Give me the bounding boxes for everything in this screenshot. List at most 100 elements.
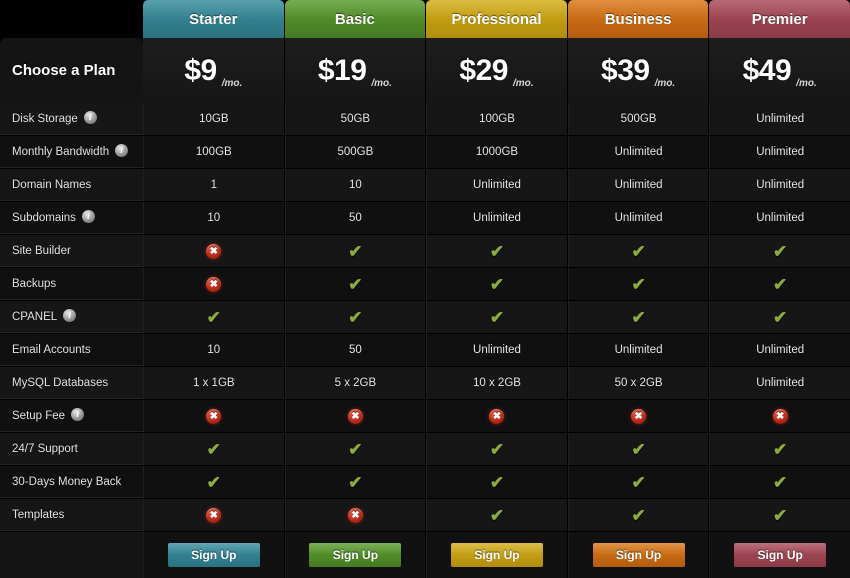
feature-value-cell: ✔	[709, 499, 850, 531]
feature-value-cell: ✔	[567, 235, 710, 267]
cross-icon: ✖	[206, 276, 222, 292]
signup-button-basic[interactable]: Sign Up	[309, 543, 402, 567]
feature-value: 1	[210, 179, 217, 191]
feature-value-cell: Unlimited	[709, 103, 850, 135]
cross-icon: ✖	[206, 243, 222, 259]
feature-label-cell: Domain Names	[0, 169, 143, 201]
check-icon: ✔	[631, 274, 646, 294]
cross-icon: ✖	[772, 408, 788, 424]
feature-value-cell: 1	[143, 169, 285, 201]
feature-value-cell: 50GB	[284, 103, 427, 135]
feature-value-cell: 10	[143, 202, 285, 234]
plan-header-professional[interactable]: Professional	[426, 0, 567, 38]
feature-label: CPANEL	[12, 310, 58, 323]
feature-label: Disk Storage	[12, 112, 78, 125]
signup-button-business[interactable]: Sign Up	[592, 543, 685, 567]
check-icon: ✔	[489, 439, 505, 459]
feature-value: Unlimited	[756, 377, 805, 389]
price-amount: $49	[742, 53, 792, 87]
info-icon[interactable]: i	[115, 144, 129, 157]
feature-value-cells: ✔ ✔ ✔ ✔ ✔	[143, 433, 850, 465]
feature-value-cell: Unlimited	[709, 334, 850, 366]
price-cell-business: $39/mo.	[567, 38, 710, 103]
feature-value: 100GB	[479, 113, 515, 125]
info-icon[interactable]: i	[81, 210, 95, 223]
plan-header-label: Starter	[189, 10, 238, 28]
signup-button-professional[interactable]: Sign Up	[450, 543, 543, 567]
table-row: Templates ✖ ✖ ✔ ✔ ✔	[0, 499, 850, 532]
plan-header-starter[interactable]: Starter	[143, 0, 284, 38]
cross-icon: ✖	[347, 408, 363, 424]
signup-cell-premier: Sign Up	[709, 532, 850, 578]
feature-value-cells: ✔ ✔ ✔ ✔ ✔	[143, 466, 850, 498]
feature-label: 24/7 Support	[12, 442, 78, 455]
price-period: /mo.	[512, 78, 534, 89]
price-amount: $29	[459, 53, 508, 87]
feature-value-cell: ✔	[284, 433, 427, 465]
signup-button-premier[interactable]: Sign Up	[734, 543, 827, 567]
feature-label-cell: 24/7 Support	[0, 433, 143, 465]
signup-button-label: Sign Up	[474, 548, 520, 562]
feature-value-cells: ✖ ✖ ✖ ✖ ✖	[143, 400, 850, 432]
table-row: Disk Storage i 10GB 50GB 100GB 500GB Unlimited	[0, 103, 850, 136]
check-icon: ✔	[631, 505, 646, 525]
signup-row: Sign Up Sign Up Sign Up Sign Up Sign Up	[0, 532, 850, 578]
feature-label: Subdomains	[12, 211, 76, 224]
feature-value-cell: Unlimited	[567, 334, 710, 366]
info-icon[interactable]: i	[71, 408, 85, 421]
feature-value-cell: Unlimited	[709, 202, 850, 234]
feature-label-cell: CPANEL i	[0, 301, 143, 333]
feature-value-cell: Unlimited	[426, 169, 568, 201]
feature-value: 10	[348, 179, 362, 191]
plan-header-premier[interactable]: Premier	[709, 0, 850, 38]
feature-value-cell: ✔	[709, 433, 850, 465]
plan-header-business[interactable]: Business	[567, 0, 709, 38]
feature-value-cells: ✖ ✔ ✔ ✔ ✔	[143, 268, 850, 300]
cross-icon: ✖	[206, 408, 222, 424]
table-row: Subdomains i 10 50 Unlimited Unlimited Unlimit…	[0, 202, 850, 235]
feature-rows: Disk Storage i 10GB 50GB 100GB 500GB Unlimited…	[0, 103, 850, 532]
table-row: 24/7 Support ✔ ✔ ✔ ✔ ✔	[0, 433, 850, 466]
table-row: CPANEL i ✔ ✔ ✔ ✔ ✔	[0, 301, 850, 334]
feature-value-cell: ✔	[567, 433, 710, 465]
feature-value: 50	[348, 212, 362, 224]
plan-header-basic[interactable]: Basic	[284, 0, 426, 38]
feature-value: 50	[348, 344, 362, 356]
page-title: Choose a Plan	[12, 62, 116, 79]
feature-label-cell: 30-Days Money Back	[0, 466, 143, 498]
plan-header-label: Basic	[334, 10, 375, 28]
check-icon: ✔	[489, 472, 505, 492]
feature-value-cells: 100GB 500GB 1000GB Unlimited Unlimited	[143, 136, 850, 168]
feature-value-cell: ✔	[143, 466, 285, 498]
feature-value-cell: ✔	[426, 433, 568, 465]
feature-value-cell: 50 x 2GB	[567, 367, 710, 399]
feature-label-cell: Setup Fee i	[0, 400, 143, 432]
feature-value: 50GB	[340, 113, 371, 125]
signup-button-starter[interactable]: Sign Up	[167, 543, 260, 567]
check-icon: ✔	[489, 274, 505, 294]
feature-value-cells: ✖ ✔ ✔ ✔ ✔	[143, 235, 850, 267]
feature-value-cell: 50	[284, 202, 427, 234]
check-icon: ✔	[206, 307, 221, 327]
feature-value: 5 x 2GB	[334, 377, 377, 389]
feature-value-cell: ✔	[284, 301, 427, 333]
check-icon: ✔	[206, 472, 221, 492]
feature-value-cell: ✖	[709, 400, 850, 432]
feature-value: 10GB	[199, 113, 229, 125]
feature-label: Domain Names	[12, 178, 92, 191]
info-icon[interactable]: i	[63, 309, 77, 322]
feature-label: Site Builder	[12, 244, 71, 257]
feature-label-cell: Monthly Bandwidth i	[0, 136, 143, 168]
info-icon[interactable]: i	[83, 111, 97, 124]
price-cell-professional: $29/mo.	[426, 38, 568, 103]
feature-value-cell: Unlimited	[567, 169, 710, 201]
feature-value-cell: ✖	[284, 400, 427, 432]
feature-label: Backups	[12, 277, 57, 290]
info-icon-glyph: i	[89, 112, 92, 122]
feature-value-cell: 10	[143, 334, 285, 366]
feature-value: 10	[207, 212, 221, 224]
feature-value: 500GB	[620, 113, 657, 125]
table-row: MySQL Databases 1 x 1GB 5 x 2GB 10 x 2GB 50 …	[0, 367, 850, 400]
feature-value-cell: 50	[284, 334, 427, 366]
feature-value-cell: ✔	[284, 235, 427, 267]
